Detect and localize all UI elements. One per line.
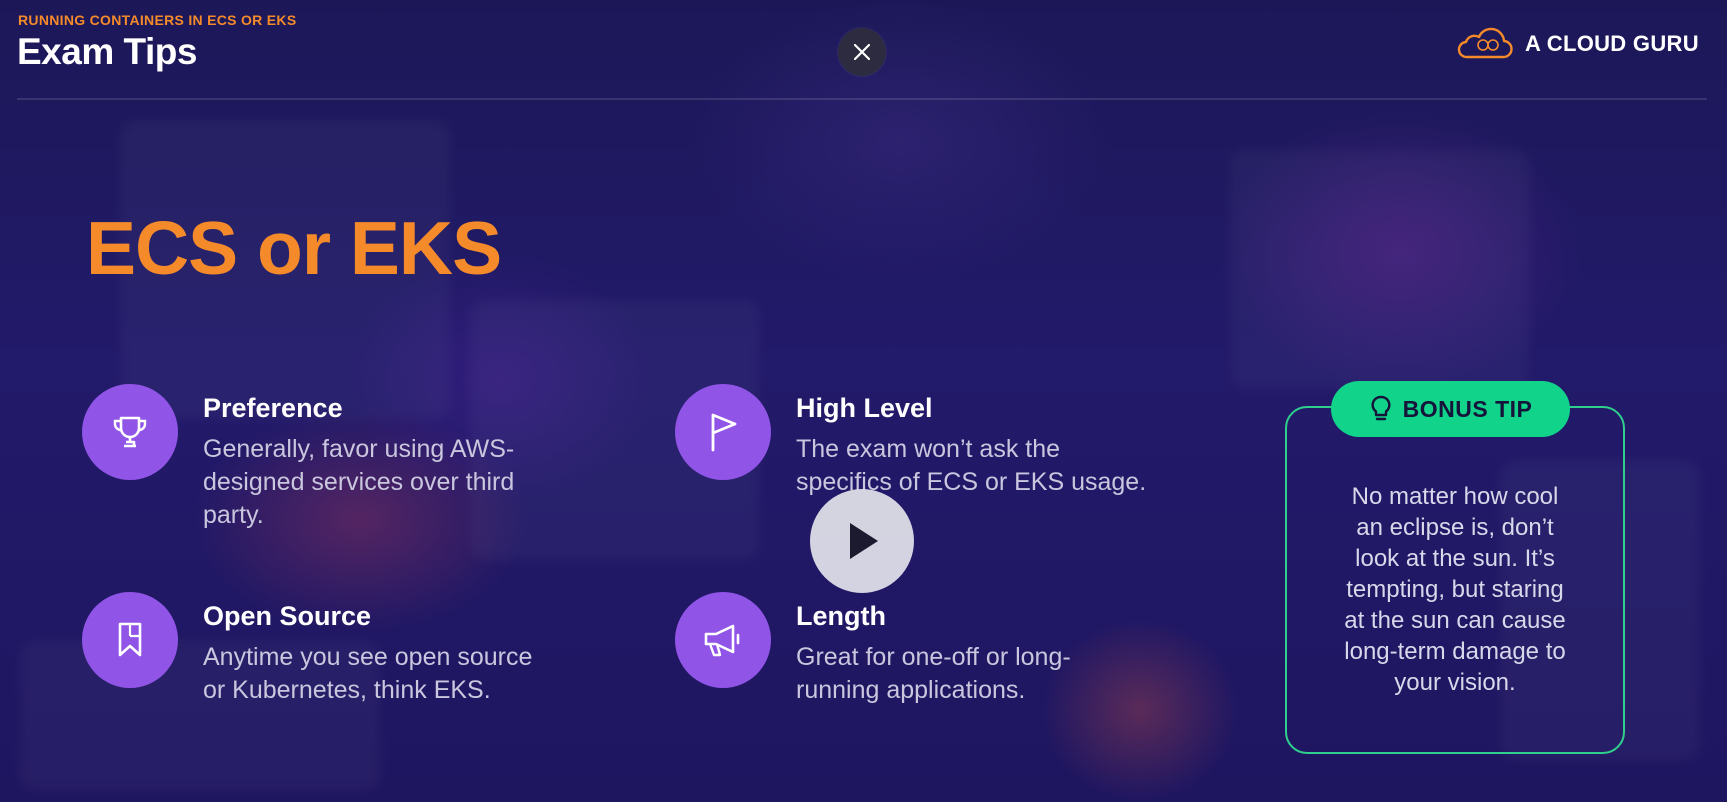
page-title: Exam Tips [17, 31, 197, 72]
tip-icon-circle [675, 384, 771, 480]
tip-icon-circle [82, 384, 178, 480]
lightbulb-icon [1371, 395, 1391, 421]
trophy-icon [113, 416, 147, 448]
tip-title: High Level [796, 393, 933, 423]
tip-line: party. [203, 501, 264, 529]
tip-line: or Kubernetes, think EKS. [203, 676, 491, 704]
tip-length: Length Great for one-off or long- runnin… [675, 592, 1195, 712]
close-button[interactable] [838, 28, 886, 76]
header-divider [17, 98, 1707, 100]
play-button[interactable] [810, 489, 914, 593]
bonus-line: look at the sun. It’s [1355, 545, 1555, 572]
bonus-line: an eclipse is, don’t [1356, 514, 1554, 541]
tip-description: Great for one-off or long- running appli… [796, 641, 1071, 707]
tip-description: Generally, favor using AWS- designed ser… [203, 433, 514, 532]
bonus-tip-label: BONUS TIP [1402, 395, 1533, 422]
bonus-line: at the sun can cause [1344, 607, 1566, 634]
tip-preference: Preference Generally, favor using AWS- d… [82, 384, 602, 534]
bonus-line: long-term damage to [1344, 638, 1566, 665]
tip-line: running applications. [796, 676, 1026, 704]
tip-icon-circle [675, 592, 771, 688]
section-kicker: RUNNING CONTAINERS IN ECS OR EKS [18, 12, 297, 28]
tip-description: The exam won’t ask the specifics of ECS … [796, 433, 1146, 499]
tip-line: designed services over third [203, 468, 515, 496]
brand-logo: A CLOUD GURU [1455, 26, 1699, 62]
close-icon [853, 43, 871, 61]
flag-icon [711, 413, 737, 452]
tip-icon-circle [82, 592, 178, 688]
tip-open-source: Open Source Anytime you see open source … [82, 592, 622, 712]
play-icon [850, 523, 878, 559]
megaphone-icon [704, 624, 740, 657]
tip-title: Open Source [203, 601, 372, 631]
bonus-line: No matter how cool [1351, 483, 1559, 510]
brand-name: A CLOUD GURU [1525, 31, 1699, 56]
tip-title: Length [796, 601, 886, 631]
bonus-tip-text: No matter how cool an eclipse is, don’t … [1300, 481, 1610, 698]
tip-description: Anytime you see open source or Kubernete… [203, 641, 532, 707]
bonus-tip-badge: BONUS TIP [1331, 381, 1570, 437]
slide-title: ECS or EKS [86, 206, 502, 290]
bonus-line: your vision. [1394, 669, 1516, 696]
bookmark-icon [118, 622, 142, 657]
tip-line: Great for one-off or long- [796, 643, 1071, 671]
tip-high-level: High Level The exam won’t ask the specif… [675, 384, 1215, 534]
tip-title: Preference [203, 393, 343, 423]
tip-line: Anytime you see open source [203, 643, 533, 671]
cloud-logo-icon [1457, 27, 1513, 59]
bonus-line: tempting, but staring [1346, 576, 1564, 603]
tip-line: Generally, favor using AWS- [203, 435, 515, 463]
background-shape [1230, 150, 1530, 390]
tip-line: The exam won’t ask the [796, 435, 1061, 463]
